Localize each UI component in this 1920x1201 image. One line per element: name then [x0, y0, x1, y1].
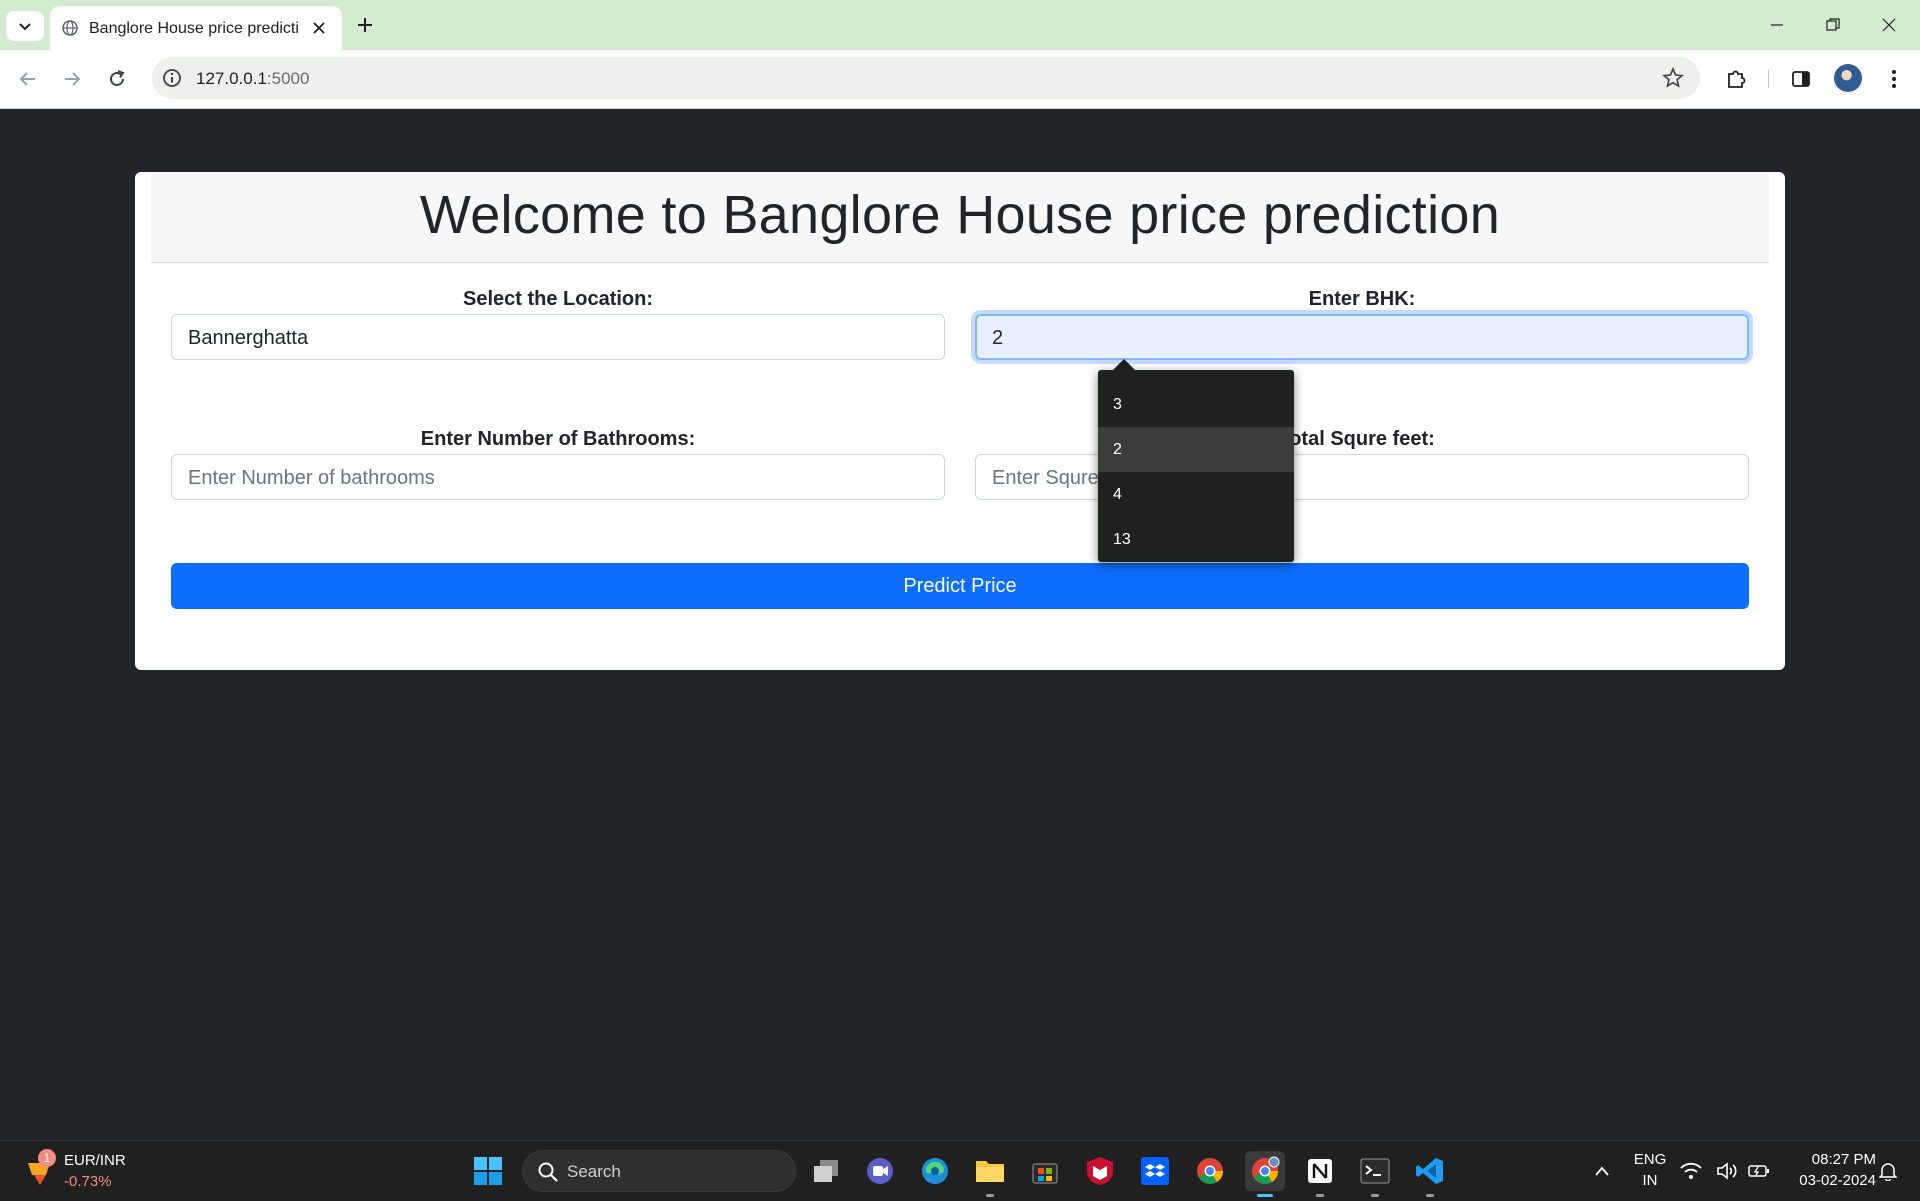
search-label: Search: [567, 1162, 621, 1181]
terminal-icon[interactable]: [1355, 1151, 1395, 1191]
chevron-down-icon: [19, 23, 31, 31]
address-bar[interactable]: 127.0.0.1:5000: [152, 57, 1700, 99]
more-menu-icon[interactable]: [1880, 65, 1908, 93]
mcafee-icon[interactable]: [1080, 1151, 1120, 1191]
ticker-name[interactable]: EUR/INR: [64, 1152, 126, 1169]
region-indicator[interactable]: IN: [1630, 1172, 1670, 1189]
wifi-icon[interactable]: [1678, 1151, 1704, 1191]
tab-search-button[interactable]: [6, 11, 44, 41]
url-text: 127.0.0.1:5000: [196, 69, 310, 88]
location-value: Bannerghatta: [188, 327, 309, 349]
tab-title: Banglore House price predictio: [89, 20, 299, 37]
bathrooms-label: Enter Number of Bathrooms:: [420, 428, 696, 450]
location-input[interactable]: Bannerghatta: [171, 314, 945, 360]
predict-price-button[interactable]: Predict Price: [171, 563, 1749, 609]
running-indicator: [1316, 1194, 1324, 1197]
minimize-icon[interactable]: [1760, 10, 1794, 40]
suggestion-item[interactable]: 3: [1098, 382, 1294, 427]
bathrooms-placeholder: Enter Number of bathrooms: [188, 467, 435, 489]
sqft-label: otal Squre feet:: [1289, 428, 1435, 450]
tab-close-icon[interactable]: [308, 17, 330, 39]
notification-bell-icon[interactable]: [1874, 1151, 1902, 1191]
globe-icon: [62, 20, 78, 36]
bhk-input[interactable]: 2: [975, 314, 1749, 360]
chrome-profile-active-icon[interactable]: [1245, 1151, 1285, 1191]
location-label: Select the Location:: [462, 288, 654, 310]
back-arrow-icon[interactable]: [12, 63, 44, 95]
vscode-icon[interactable]: [1410, 1151, 1450, 1191]
bathrooms-input[interactable]: Enter Number of bathrooms: [171, 454, 945, 500]
prediction-card: Welcome to Banglore House price predicti…: [135, 172, 1785, 670]
teams-meet-icon[interactable]: [860, 1151, 900, 1191]
bhk-value: 2: [992, 327, 1004, 349]
toolbar-divider: [1768, 70, 1769, 88]
bhk-suggestions-dropdown: 3 2 4 13: [1098, 370, 1294, 562]
notification-badge: 1: [38, 1149, 56, 1167]
browser-titlebar: Banglore House price predictio: [0, 0, 1920, 50]
restore-icon[interactable]: [1816, 10, 1850, 40]
ticker-change: -0.73%: [64, 1173, 112, 1190]
task-view-icon[interactable]: [806, 1151, 846, 1191]
close-window-icon[interactable]: [1872, 10, 1906, 40]
sqft-placeholder: Enter Squre: [992, 467, 1099, 489]
reload-icon[interactable]: [101, 63, 133, 95]
sqft-input[interactable]: Enter Squre: [975, 454, 1749, 500]
battery-icon[interactable]: [1746, 1151, 1772, 1191]
card-header: Welcome to Banglore House price predicti…: [151, 174, 1769, 263]
extensions-puzzle-icon[interactable]: [1722, 65, 1750, 93]
bhk-label: Enter BHK:: [1308, 288, 1416, 310]
suggestion-item[interactable]: 13: [1098, 517, 1294, 562]
edge-browser-icon[interactable]: [915, 1151, 955, 1191]
clock-time[interactable]: 08:27 PM: [1780, 1151, 1876, 1168]
active-app-indicator: [1257, 1194, 1273, 1197]
bookmark-star-icon[interactable]: [1662, 67, 1684, 89]
forward-arrow-icon[interactable]: [56, 63, 88, 95]
profile-avatar[interactable]: [1834, 64, 1862, 92]
microsoft-store-icon[interactable]: [1025, 1151, 1065, 1191]
language-indicator[interactable]: ENG: [1630, 1151, 1670, 1168]
search-icon: [538, 1162, 558, 1182]
browser-tab-active[interactable]: Banglore House price predictio: [50, 6, 342, 50]
running-indicator: [1371, 1194, 1379, 1197]
windows-start-icon[interactable]: [468, 1151, 508, 1191]
chrome-icon[interactable]: [1190, 1151, 1230, 1191]
taskbar: 1 EUR/INR -0.73% Search ENG IN 08:27 PM …: [0, 1140, 1920, 1201]
side-panel-icon[interactable]: [1787, 65, 1815, 93]
suggestion-item-highlighted[interactable]: 2: [1098, 427, 1294, 472]
new-tab-icon[interactable]: [352, 12, 378, 38]
file-explorer-icon[interactable]: [970, 1151, 1010, 1191]
running-indicator: [1426, 1194, 1434, 1197]
clock-date[interactable]: 03-02-2024: [1780, 1172, 1876, 1189]
chevron-up-icon[interactable]: [1582, 1151, 1622, 1191]
dropbox-icon[interactable]: [1135, 1151, 1175, 1191]
page-title: Welcome to Banglore House price predicti…: [419, 185, 1501, 245]
volume-icon[interactable]: [1714, 1151, 1740, 1191]
taskbar-search[interactable]: Search: [522, 1150, 796, 1192]
info-icon[interactable]: [162, 68, 182, 88]
suggestion-item[interactable]: 4: [1098, 472, 1294, 517]
browser-toolbar: 127.0.0.1:5000: [0, 50, 1920, 109]
running-indicator: [986, 1194, 994, 1197]
notion-icon[interactable]: [1300, 1151, 1340, 1191]
